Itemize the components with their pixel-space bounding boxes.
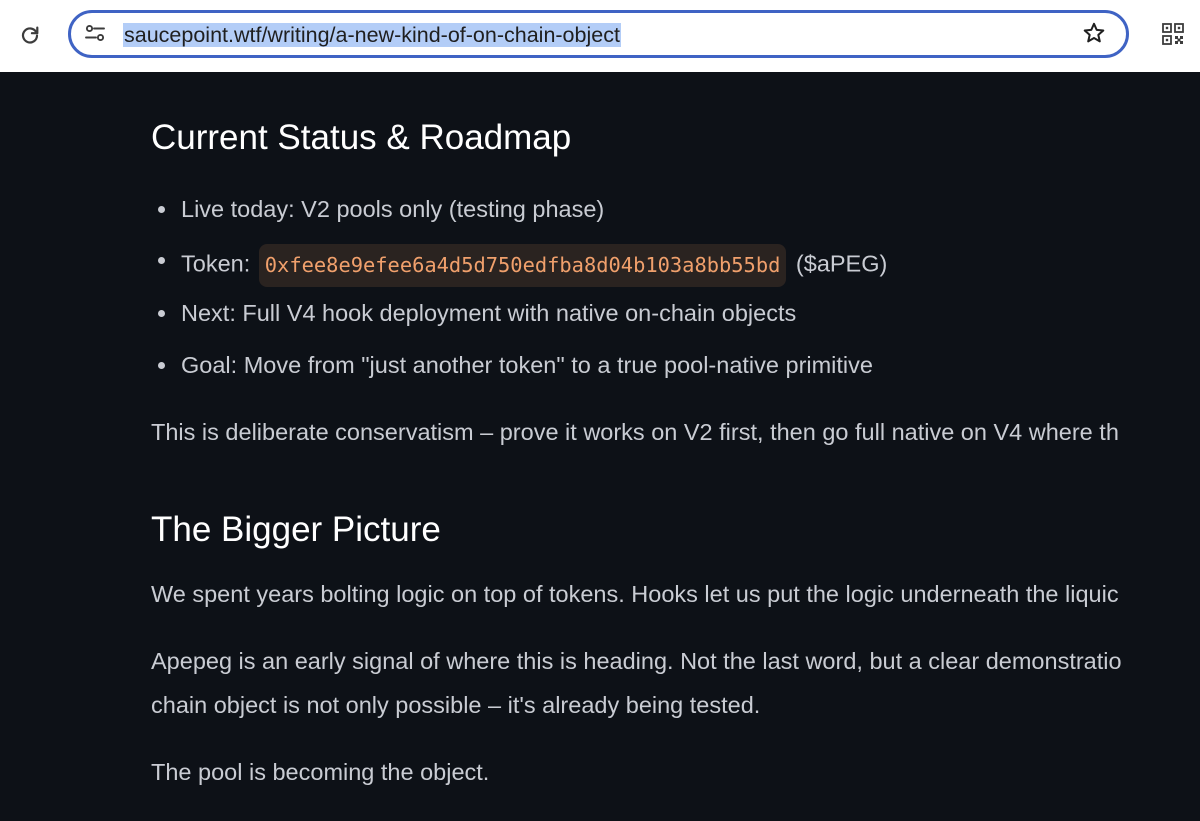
conservatism-paragraph: This is deliberate conservatism – prove … bbox=[151, 419, 1119, 445]
list-item: Live today: V2 pools only (testing phase… bbox=[158, 193, 605, 225]
list-item: Token: 0xfee8e9efee6a4d5d750edfba8d04b10… bbox=[158, 244, 888, 287]
bullet-dot bbox=[158, 362, 165, 369]
star-icon bbox=[1082, 21, 1106, 50]
browser-toolbar: saucepoint.wtf/writing/a-new-kind-of-on-… bbox=[0, 0, 1200, 73]
roadmap-heading: Current Status & Roadmap bbox=[151, 118, 572, 157]
tune-icon bbox=[84, 22, 106, 49]
qr-code-button[interactable] bbox=[1160, 22, 1186, 50]
bullet-dot bbox=[158, 206, 165, 213]
list-item-text: Next: Full V4 hook deployment with nativ… bbox=[181, 300, 797, 326]
article-content: Current Status & Roadmap Live today: V2 … bbox=[0, 72, 1200, 821]
reload-button[interactable] bbox=[14, 21, 46, 53]
token-address-code[interactable]: 0xfee8e9efee6a4d5d750edfba8d04b103a8bb55… bbox=[258, 244, 787, 287]
token-ticker: ($aPEG) bbox=[789, 250, 888, 277]
site-info-button[interactable] bbox=[84, 24, 106, 46]
token-label: Token: bbox=[181, 250, 257, 277]
list-item-text: Goal: Move from "just another token" to … bbox=[181, 352, 873, 378]
bullet-dot bbox=[158, 310, 165, 317]
url-field[interactable]: saucepoint.wtf/writing/a-new-kind-of-on-… bbox=[123, 21, 621, 49]
paragraph-pool-object: The pool is becoming the object. bbox=[151, 759, 490, 785]
paragraph-apepeg-line-2: chain object is not only possible – it's… bbox=[151, 692, 761, 718]
bullet-dot bbox=[158, 257, 165, 264]
list-item: Next: Full V4 hook deployment with nativ… bbox=[158, 297, 797, 329]
reload-icon bbox=[19, 24, 41, 51]
paragraph-hooks: We spent years bolting logic on top of t… bbox=[151, 581, 1119, 607]
list-item-text: Live today: V2 pools only (testing phase… bbox=[181, 196, 605, 222]
address-bar[interactable]: saucepoint.wtf/writing/a-new-kind-of-on-… bbox=[68, 10, 1129, 58]
url-text: saucepoint.wtf/writing/a-new-kind-of-on-… bbox=[123, 23, 621, 47]
bookmark-button[interactable] bbox=[1081, 22, 1107, 48]
paragraph-apepeg-line-1: Apepeg is an early signal of where this … bbox=[151, 648, 1122, 674]
list-item: Goal: Move from "just another token" to … bbox=[158, 349, 873, 381]
bigger-picture-heading: The Bigger Picture bbox=[151, 510, 441, 549]
qr-code-icon bbox=[1162, 22, 1184, 50]
